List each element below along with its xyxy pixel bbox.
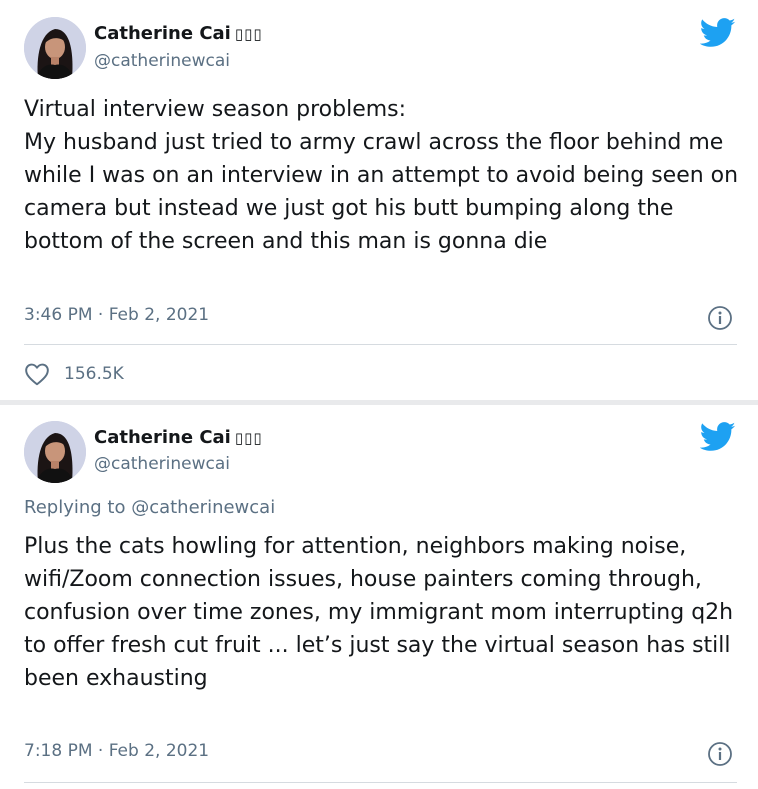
user-handle[interactable]: @catherinewcai xyxy=(94,51,230,71)
display-name-text: Catherine Cai xyxy=(94,427,231,448)
name-emoji: ▯▯▯ xyxy=(234,25,263,43)
avatar[interactable] xyxy=(24,421,86,483)
user-handle[interactable]: @catherinewcai xyxy=(94,454,230,474)
display-name-text: Catherine Cai xyxy=(94,23,231,44)
heart-icon[interactable] xyxy=(24,362,50,386)
info-icon[interactable] xyxy=(707,741,733,767)
timestamp[interactable]: 7:18 PM · Feb 2, 2021 xyxy=(24,741,209,761)
divider xyxy=(24,782,737,783)
display-name[interactable]: Catherine Cai ▯▯▯ xyxy=(94,427,263,448)
timestamp[interactable]: 3:46 PM · Feb 2, 2021 xyxy=(24,305,209,325)
tweet-text: Plus the cats howling for attention, nei… xyxy=(24,534,734,691)
tweet-card[interactable]: Catherine Cai ▯▯▯ @catherinewcai Replying… xyxy=(0,405,758,789)
display-name[interactable]: Catherine Cai ▯▯▯ xyxy=(94,23,263,44)
tweet-card[interactable]: Catherine Cai ▯▯▯ @catherinewcai Virtual … xyxy=(0,0,758,400)
tweet-text: Virtual interview season problems: My hu… xyxy=(24,97,739,254)
name-emoji: ▯▯▯ xyxy=(234,429,263,447)
replying-to[interactable]: Replying to @catherinewcai xyxy=(24,497,275,518)
info-icon[interactable] xyxy=(707,305,733,331)
twitter-bird-icon[interactable] xyxy=(699,18,736,48)
twitter-bird-icon[interactable] xyxy=(699,422,736,452)
like-button[interactable]: 156.5K xyxy=(24,360,124,388)
avatar[interactable] xyxy=(24,17,86,79)
divider xyxy=(24,344,737,345)
like-count: 156.5K xyxy=(64,364,124,384)
